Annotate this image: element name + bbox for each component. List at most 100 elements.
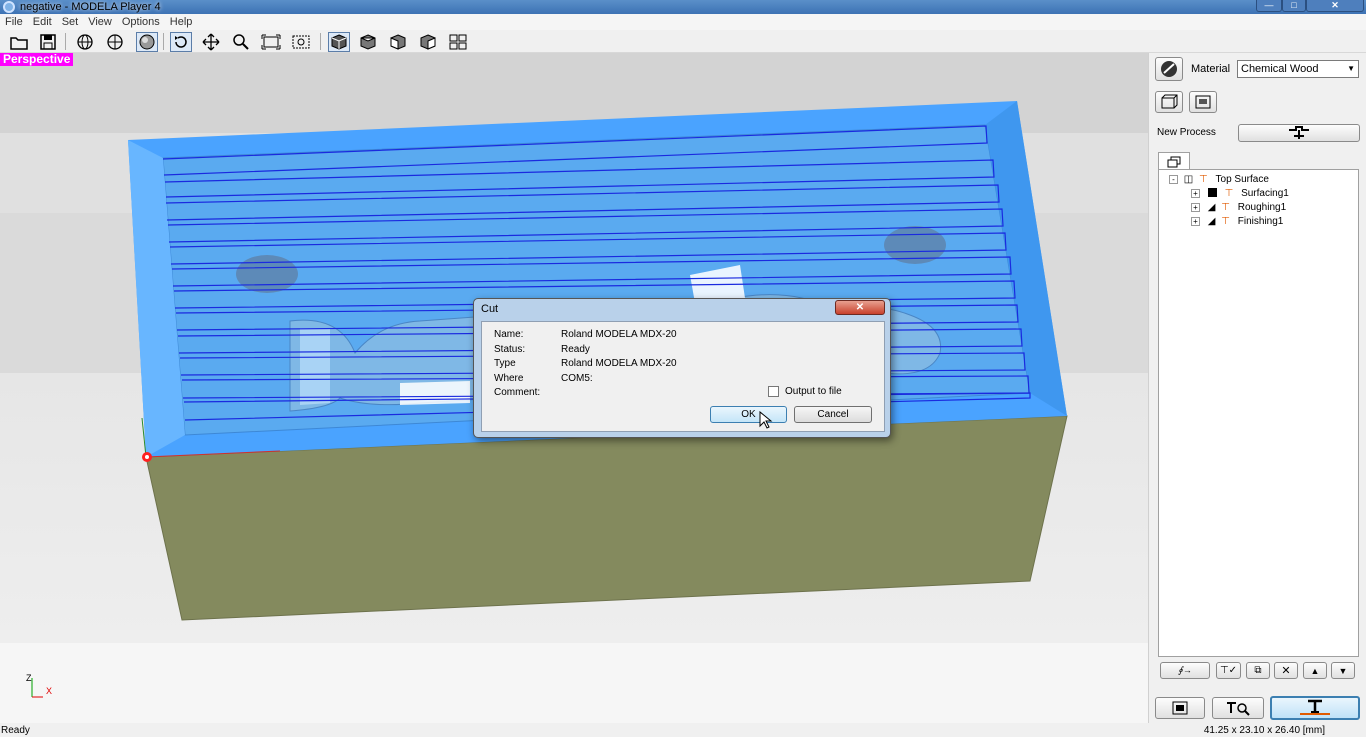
preview-icon bbox=[1172, 701, 1188, 715]
ok-button-label: OK bbox=[741, 409, 756, 420]
move-icon[interactable] bbox=[200, 32, 222, 52]
view-grid-icon[interactable] bbox=[447, 32, 469, 52]
model-button[interactable] bbox=[1189, 91, 1217, 113]
menu-view[interactable]: View bbox=[83, 14, 117, 30]
material-select[interactable]: Chemical Wood ▼ bbox=[1237, 60, 1359, 78]
preview-button[interactable] bbox=[1155, 697, 1205, 719]
tool-icon: ⊤ bbox=[1199, 174, 1208, 185]
material-icon bbox=[1161, 61, 1177, 77]
copy-button[interactable]: ⧉ bbox=[1246, 662, 1270, 679]
close-button[interactable]: ✕ bbox=[1306, 0, 1364, 12]
box-icon bbox=[1161, 94, 1178, 109]
simulate-button[interactable] bbox=[1212, 697, 1264, 719]
side-panel: Material Chemical Wood ▼ New Process - ◫… bbox=[1148, 53, 1366, 723]
maximize-button[interactable]: □ bbox=[1282, 0, 1306, 12]
cancel-button[interactable]: Cancel bbox=[794, 406, 872, 423]
copy-icon: ⧉ bbox=[1254, 665, 1262, 676]
expand-icon[interactable]: + bbox=[1191, 217, 1200, 226]
half-globe-icon[interactable] bbox=[104, 32, 126, 52]
wizard-icon: ∮→ bbox=[1178, 665, 1192, 675]
globe-icon[interactable] bbox=[74, 32, 96, 52]
menu-bar: File Edit Set View Options Help bbox=[0, 14, 1366, 30]
status-text: Ready bbox=[1, 725, 30, 736]
view-top-icon[interactable] bbox=[357, 32, 379, 52]
workpiece-button[interactable] bbox=[1155, 91, 1183, 113]
window-title: negative - MODELA Player 4 bbox=[20, 1, 161, 13]
status-value: Ready bbox=[561, 344, 590, 355]
zoom-region-icon[interactable] bbox=[290, 32, 312, 52]
new-process-button[interactable] bbox=[1238, 124, 1360, 142]
cursor-icon bbox=[759, 411, 773, 429]
simulate-icon bbox=[1227, 702, 1250, 716]
tree-root-label: Top Surface bbox=[1215, 174, 1269, 185]
open-icon[interactable] bbox=[8, 32, 30, 52]
where-label: Where bbox=[494, 373, 524, 384]
surfacing-icon bbox=[1207, 188, 1217, 197]
zoom-icon[interactable] bbox=[230, 32, 252, 52]
new-process-label: New Process bbox=[1157, 127, 1216, 138]
comment-label: Comment: bbox=[494, 387, 541, 398]
status-bar: Ready 41.25 x 23.10 x 26.40 [mm] bbox=[0, 723, 1366, 736]
dialog-title: Cut bbox=[481, 303, 499, 315]
tool-icon: ⊤ bbox=[1224, 188, 1234, 199]
cut-button[interactable] bbox=[1270, 696, 1360, 720]
model-icon bbox=[1195, 95, 1211, 109]
tool-icon bbox=[1289, 126, 1309, 139]
expand-icon[interactable]: + bbox=[1191, 189, 1200, 198]
arrow-down-icon: ▼ bbox=[1338, 665, 1348, 676]
cancel-button-label: Cancel bbox=[817, 409, 849, 420]
ok-button[interactable]: OK bbox=[710, 406, 787, 423]
save-icon[interactable] bbox=[37, 32, 59, 52]
delete-button[interactable]: ✕ bbox=[1274, 662, 1298, 679]
tree-item-label: Surfacing1 bbox=[1241, 188, 1289, 199]
arrow-up-icon: ▲ bbox=[1310, 665, 1320, 676]
tool-settings-button[interactable]: ⊤✓ bbox=[1216, 662, 1241, 679]
axis-z-label: Z bbox=[26, 673, 32, 683]
cut-icon bbox=[1300, 699, 1330, 715]
roughing-icon: ◢ bbox=[1207, 202, 1216, 213]
fit-icon[interactable] bbox=[260, 32, 282, 52]
axis-indicator: Z X bbox=[26, 673, 66, 703]
chevron-down-icon: ▼ bbox=[1347, 64, 1355, 73]
layers-icon bbox=[1167, 156, 1181, 167]
material-icon-button[interactable] bbox=[1155, 57, 1183, 81]
tree-item-surfacing[interactable]: + ⊤ Surfacing1 bbox=[1191, 187, 1289, 200]
move-down-button[interactable]: ▼ bbox=[1331, 662, 1355, 679]
view-front-icon[interactable] bbox=[387, 32, 409, 52]
sphere-icon[interactable] bbox=[136, 32, 158, 52]
output-to-file-checkbox[interactable] bbox=[768, 386, 779, 397]
menu-help[interactable]: Help bbox=[165, 14, 198, 30]
tool-icon: ⊤ bbox=[1221, 202, 1230, 213]
rotate-icon[interactable] bbox=[170, 32, 192, 52]
collapse-icon[interactable]: - bbox=[1169, 175, 1178, 184]
view-mode-label: Perspective bbox=[0, 53, 74, 66]
move-up-button[interactable]: ▲ bbox=[1303, 662, 1327, 679]
menu-file[interactable]: File bbox=[0, 14, 28, 30]
material-label: Material bbox=[1191, 63, 1231, 75]
tool-settings-icon: ⊤✓ bbox=[1219, 665, 1238, 676]
tree-item-roughing[interactable]: + ◢ ⊤ Roughing1 bbox=[1191, 201, 1286, 214]
view-iso-icon[interactable] bbox=[328, 32, 350, 52]
cut-dialog: Cut ✕ Name: Roland MODELA MDX-20 Status:… bbox=[473, 298, 891, 438]
dialog-body: Name: Roland MODELA MDX-20 Status: Ready… bbox=[481, 321, 885, 432]
expand-icon[interactable]: + bbox=[1191, 203, 1200, 212]
menu-set[interactable]: Set bbox=[57, 14, 84, 30]
name-label: Name: bbox=[494, 329, 524, 340]
menu-options[interactable]: Options bbox=[117, 14, 165, 30]
tab-process-tree[interactable] bbox=[1158, 152, 1190, 170]
title-bar: negative - MODELA Player 4 — □ ✕ bbox=[0, 0, 1366, 14]
wizard-button[interactable]: ∮→ bbox=[1160, 662, 1210, 679]
tree-item-label: Finishing1 bbox=[1237, 216, 1284, 227]
where-value: COM5: bbox=[561, 373, 593, 384]
tree-item-finishing[interactable]: + ◢ ⊤ Finishing1 bbox=[1191, 215, 1283, 228]
process-tree: - ◫ ⊤ Top Surface + ⊤ Surfacing1 + ◢ ⊤ R… bbox=[1158, 169, 1359, 657]
dialog-close-button[interactable]: ✕ bbox=[835, 300, 885, 315]
dimensions-readout: 41.25 x 23.10 x 26.40 [mm] bbox=[1203, 725, 1325, 736]
material-value: Chemical Wood bbox=[1241, 63, 1319, 75]
tree-item-label: Roughing1 bbox=[1237, 202, 1287, 213]
tree-root[interactable]: - ◫ ⊤ Top Surface bbox=[1169, 173, 1269, 186]
menu-edit[interactable]: Edit bbox=[28, 14, 57, 30]
name-value: Roland MODELA MDX-20 bbox=[561, 329, 677, 340]
minimize-button[interactable]: — bbox=[1256, 0, 1282, 12]
view-side-icon[interactable] bbox=[417, 32, 439, 52]
